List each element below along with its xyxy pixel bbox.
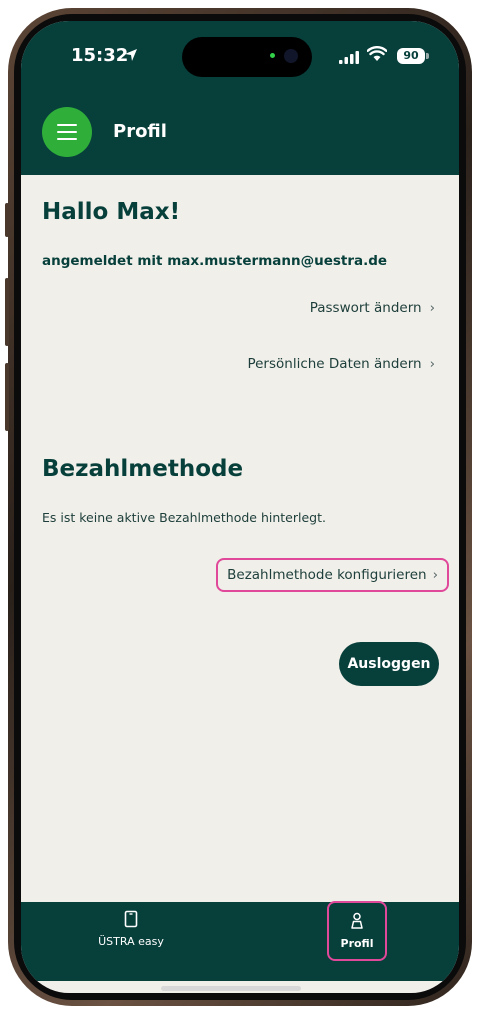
status-time: 15:32: [71, 45, 129, 66]
bottom-tab-bar: ÜSTRA easy Profil: [21, 901, 459, 981]
status-bar: 15:32 90: [21, 33, 459, 77]
greeting-heading: Hallo Max!: [42, 199, 181, 225]
tab-uestra-easy-label: ÜSTRA easy: [98, 935, 164, 948]
location-arrow-icon: [124, 47, 138, 66]
tab-highlight-frame: [327, 901, 387, 961]
logout-button[interactable]: Ausloggen: [339, 642, 439, 686]
side-button-volume-down: [5, 363, 9, 431]
payment-info-text: Es ist keine aktive Bezahlmethode hinter…: [42, 510, 326, 525]
chevron-right-icon: ›: [429, 300, 435, 316]
side-button-action: [5, 203, 9, 237]
chevron-right-icon: ›: [429, 356, 435, 372]
cellular-signal-icon: [339, 49, 359, 68]
change-password-link[interactable]: Passwort ändern ›: [310, 300, 435, 316]
payment-section-title: Bezahlmethode: [42, 456, 244, 482]
hamburger-menu-button[interactable]: [42, 107, 92, 157]
menu-line-icon: [57, 131, 77, 133]
top-bar: 15:32 90 Profil: [21, 21, 459, 175]
camera-indicator-icon: [270, 53, 275, 58]
dynamic-island: [182, 37, 312, 77]
change-personal-data-label: Persönliche Daten ändern: [247, 356, 422, 372]
side-button-volume-up: [5, 278, 9, 346]
front-camera-icon: [284, 49, 298, 63]
configure-payment-label: Bezahlmethode konfigurieren: [227, 567, 427, 583]
phone-frame: 15:32 90 Profil Hallo Max! angemeldet mi…: [5, 8, 472, 1006]
change-password-label: Passwort ändern: [309, 300, 422, 316]
screen: 15:32 90 Profil Hallo Max! angemeldet mi…: [21, 21, 459, 993]
chevron-right-icon: ›: [432, 567, 438, 583]
wifi-icon: [366, 46, 388, 66]
menu-line-icon: [57, 138, 77, 140]
battery-icon: 90: [397, 48, 425, 64]
change-personal-data-link[interactable]: Persönliche Daten ändern ›: [247, 356, 435, 372]
signed-in-email: angemeldet mit max.mustermann@uestra.de: [42, 253, 388, 269]
configure-payment-button[interactable]: Bezahlmethode konfigurieren ›: [216, 558, 449, 592]
tab-uestra-easy[interactable]: ÜSTRA easy: [76, 902, 186, 981]
tab-profil[interactable]: Profil: [327, 901, 387, 981]
page-title: Profil: [113, 121, 167, 142]
phone-icon: [124, 910, 138, 928]
home-indicator[interactable]: [161, 986, 301, 991]
battery-tip: [426, 53, 429, 59]
menu-line-icon: [57, 124, 77, 126]
